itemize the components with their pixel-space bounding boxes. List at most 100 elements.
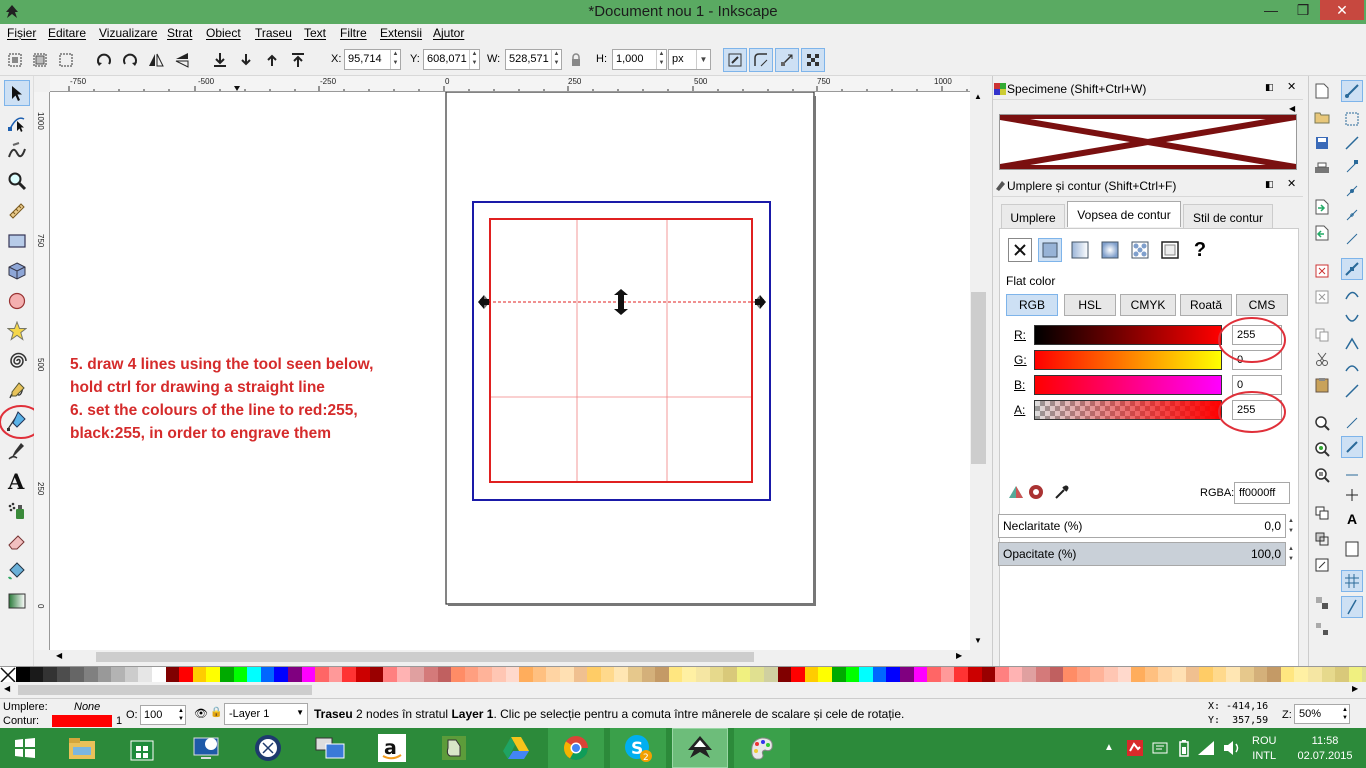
save-icon[interactable] bbox=[1311, 132, 1333, 154]
palette-swatch[interactable] bbox=[845, 667, 860, 682]
palette-swatch[interactable] bbox=[492, 667, 507, 682]
palette-swatch[interactable] bbox=[274, 667, 289, 682]
mode-hsl-button[interactable]: HSL bbox=[1064, 294, 1116, 316]
node-tool-icon[interactable] bbox=[4, 110, 30, 136]
palette-swatch[interactable] bbox=[900, 667, 915, 682]
skype-icon[interactable]: S2 bbox=[610, 728, 666, 768]
palette-swatch[interactable] bbox=[1022, 667, 1037, 682]
palette-swatch[interactable] bbox=[192, 667, 207, 682]
new-document-icon[interactable] bbox=[1311, 80, 1333, 102]
palette-swatch[interactable] bbox=[1212, 667, 1227, 682]
lower-to-bottom-icon[interactable] bbox=[211, 51, 229, 69]
vertical-scrollbar[interactable]: ▲ ▼ bbox=[970, 92, 988, 650]
color-managed-icon[interactable] bbox=[1008, 484, 1024, 503]
flip-vertical-icon[interactable] bbox=[173, 51, 191, 69]
x-stepper-icon[interactable]: ▲ ▼ bbox=[390, 50, 400, 69]
palette-swatch[interactable] bbox=[872, 667, 887, 682]
snap-cusp-nodes-icon[interactable] bbox=[1341, 332, 1363, 354]
snap-text-baseline-icon[interactable] bbox=[1341, 462, 1363, 484]
mode-wheel-button[interactable]: Roată bbox=[1180, 294, 1232, 316]
palette-swatch[interactable] bbox=[396, 667, 411, 682]
ellipse-tool-icon[interactable] bbox=[4, 288, 30, 314]
palette-swatch[interactable] bbox=[709, 667, 724, 682]
menu-extensions[interactable]: Extensii bbox=[380, 26, 422, 40]
palette-swatch[interactable] bbox=[1294, 667, 1309, 682]
tray-app-icon[interactable] bbox=[1126, 739, 1144, 760]
palette-swatch[interactable] bbox=[736, 667, 751, 682]
palette-swatch[interactable] bbox=[233, 667, 248, 682]
undo-icon[interactable] bbox=[1311, 260, 1333, 282]
palette-swatch[interactable] bbox=[505, 667, 520, 682]
palette-swatch[interactable] bbox=[247, 667, 262, 682]
palette-swatch[interactable] bbox=[655, 667, 670, 682]
palette-swatch[interactable] bbox=[288, 667, 303, 682]
panel-collapse-icon[interactable]: ◧ bbox=[1265, 179, 1274, 190]
menu-layer[interactable]: Strat bbox=[167, 26, 192, 40]
palette-swatch[interactable] bbox=[1144, 667, 1159, 682]
lock-layer-icon[interactable]: 🔒 bbox=[210, 707, 222, 718]
panel-close-icon[interactable]: ✕ bbox=[1287, 177, 1296, 190]
horizontal-scrollbar[interactable]: ◀ ▶ bbox=[50, 650, 970, 664]
palette-swatch[interactable] bbox=[1280, 667, 1295, 682]
palette-swatch[interactable] bbox=[1185, 667, 1200, 682]
fill-value[interactable]: None bbox=[74, 701, 100, 713]
palette-swatch[interactable] bbox=[43, 667, 58, 682]
palette-swatch[interactable] bbox=[1267, 667, 1282, 682]
rgba-input[interactable]: ff0000ff bbox=[1234, 482, 1290, 504]
transform-patterns-toggle[interactable] bbox=[801, 48, 825, 72]
battery-icon[interactable] bbox=[1178, 739, 1190, 760]
group-icon[interactable] bbox=[1311, 592, 1333, 614]
palette-swatch[interactable] bbox=[587, 667, 602, 682]
snap-intersections-icon[interactable] bbox=[1341, 308, 1363, 330]
y-input[interactable]: 608,071 ▲ ▼ bbox=[423, 49, 480, 70]
cut-icon[interactable] bbox=[1311, 348, 1333, 370]
no-paint-icon[interactable] bbox=[1008, 238, 1032, 262]
palette-swatch[interactable] bbox=[1335, 667, 1350, 682]
lower-icon[interactable] bbox=[237, 51, 255, 69]
minimize-button[interactable]: — bbox=[1256, 0, 1286, 20]
tab-fill[interactable]: Umplere bbox=[1001, 204, 1065, 230]
hide-layer-icon[interactable]: 👁 bbox=[194, 707, 208, 720]
deselect-icon[interactable] bbox=[57, 51, 75, 69]
store-icon[interactable] bbox=[114, 728, 170, 768]
pattern-icon[interactable] bbox=[1128, 238, 1152, 262]
zoom-tool-icon[interactable] bbox=[4, 168, 30, 194]
tab-stroke-paint[interactable]: Vopsea de contur bbox=[1067, 201, 1181, 227]
menu-object[interactable]: Obiect bbox=[206, 26, 241, 40]
radial-gradient-icon[interactable] bbox=[1098, 238, 1122, 262]
snap-bbox-edge-icon[interactable] bbox=[1341, 132, 1363, 154]
snap-page-border-icon[interactable] bbox=[1341, 484, 1363, 506]
snap-paths-icon[interactable] bbox=[1341, 284, 1363, 306]
measure-tool-icon[interactable] bbox=[4, 198, 30, 224]
palette-swatch[interactable] bbox=[818, 667, 833, 682]
transform-gradients-toggle[interactable] bbox=[775, 48, 799, 72]
menu-path[interactable]: Traseu bbox=[255, 26, 292, 40]
palette-swatch[interactable] bbox=[723, 667, 738, 682]
palette-swatch[interactable] bbox=[84, 667, 99, 682]
palette-swatch[interactable] bbox=[369, 667, 384, 682]
menu-file[interactable]: Fișier bbox=[7, 26, 36, 40]
swatch-icon[interactable] bbox=[1158, 238, 1182, 262]
w-stepper-icon[interactable]: ▲ ▼ bbox=[551, 50, 561, 69]
palette-swatch[interactable] bbox=[1063, 667, 1078, 682]
palette-scroll-left-icon[interactable]: ◀ bbox=[4, 684, 10, 693]
palette-swatch[interactable] bbox=[1253, 667, 1268, 682]
snap-bbox-icon[interactable] bbox=[1341, 108, 1363, 130]
start-button-icon[interactable] bbox=[0, 728, 50, 768]
snap-object-centers-icon[interactable] bbox=[1341, 412, 1363, 434]
palette-swatch[interactable] bbox=[968, 667, 983, 682]
eraser-tool-icon[interactable] bbox=[4, 528, 30, 554]
palette-swatch[interactable] bbox=[1348, 667, 1363, 682]
palette-swatch[interactable] bbox=[614, 667, 629, 682]
google-drive-icon[interactable] bbox=[488, 728, 544, 768]
palette-swatch[interactable] bbox=[260, 667, 275, 682]
opacity-stepper-icon[interactable]: ▲ ▼ bbox=[1288, 544, 1294, 564]
restore-button[interactable]: ❒ bbox=[1288, 0, 1318, 20]
scroll-up-icon[interactable]: ▲ bbox=[974, 92, 982, 101]
opacity-spin-icon[interactable]: ▲ ▼ bbox=[178, 707, 184, 723]
flip-horizontal-icon[interactable] bbox=[147, 51, 165, 69]
lock-icon[interactable] bbox=[567, 51, 585, 69]
zoom-selection-icon[interactable] bbox=[1311, 412, 1333, 434]
palette-swatch[interactable] bbox=[600, 667, 615, 682]
palette-swatch[interactable] bbox=[981, 667, 996, 682]
